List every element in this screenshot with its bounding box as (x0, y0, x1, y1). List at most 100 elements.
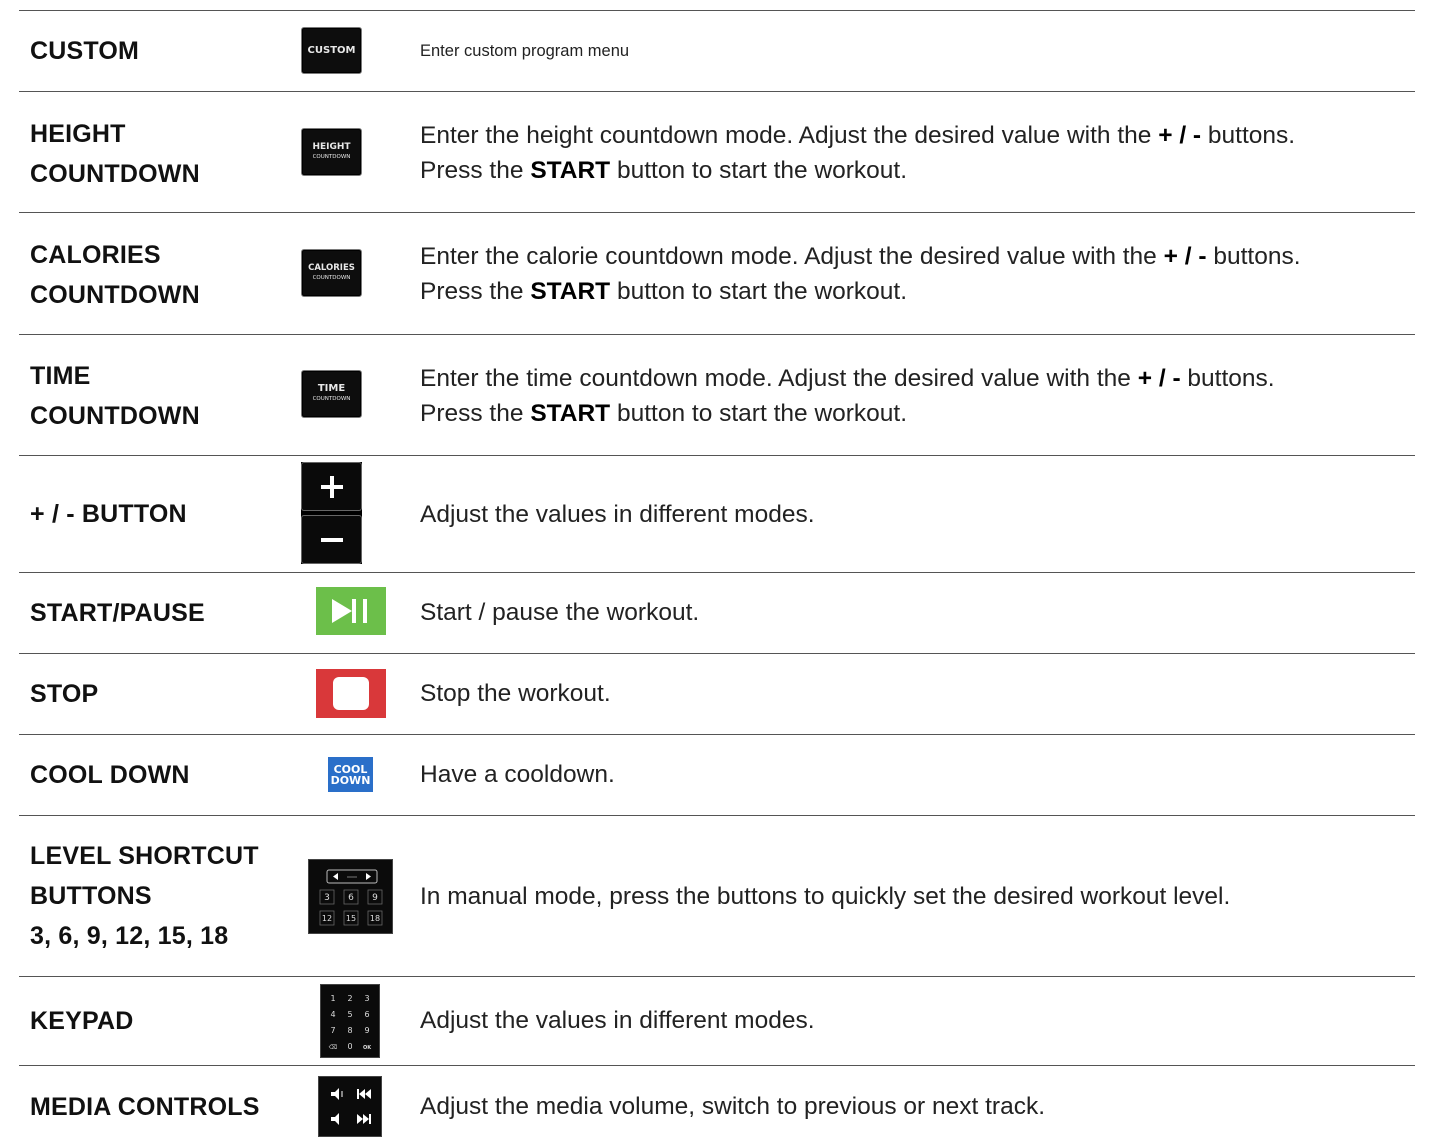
keypad-key: 1 (330, 994, 335, 1003)
icon-text: TIME (317, 383, 346, 394)
desc-bold: START (530, 400, 611, 427)
table-row-start-pause: START/PAUSE Start / pause the workout. (19, 573, 1415, 653)
keypad-key: 6 (364, 1010, 369, 1019)
desc-bold: + / - (1163, 243, 1207, 270)
keypad-key: 5 (347, 1010, 352, 1019)
shortcut-value: 12 (322, 914, 332, 923)
calories-countdown-button-icon: CALORIES COUNTDOWN (301, 249, 362, 297)
icon-text: COUNTDOWN (312, 396, 351, 402)
desc-text: Enter the calorie countdown mode. Adjust… (420, 243, 1164, 270)
label-line: MEDIA CONTROLS (30, 1093, 260, 1121)
level-shortcut-glyphs: 3 6 9 12 15 18 (319, 869, 383, 926)
desc-text: Stop the workout. (420, 680, 611, 707)
desc-text: button to start the workout. (610, 400, 908, 427)
icon-text: COOL (333, 762, 368, 776)
label-line: KEYPAD (30, 1007, 134, 1035)
table-row-calories-countdown: CALORIES COUNTDOWN CALORIES COUNTDOWN En… (19, 213, 1415, 334)
desc-text: Press the (420, 400, 531, 427)
icon-text: COUNTDOWN (312, 275, 351, 281)
shortcut-value: 6 (348, 893, 354, 903)
desc-text: buttons. (1201, 122, 1296, 149)
row-label: COOL DOWN (30, 755, 190, 795)
desc-text: button to start the workout. (610, 157, 908, 184)
media-controls-glyphs (331, 1088, 371, 1125)
cool-down-button-icon: COOL DOWN (328, 757, 373, 792)
custom-button-icon: CUSTOM (301, 27, 362, 74)
row-description: Have a cooldown. (420, 757, 615, 792)
shortcut-value: 9 (372, 893, 378, 903)
row-description: Enter the height countdown mode. Adjust … (420, 118, 1295, 188)
label-line: HEIGHT (30, 120, 126, 148)
shortcut-value: 18 (370, 914, 380, 923)
row-description: Adjust the media volume, switch to previ… (420, 1089, 1045, 1124)
desc-text: Press the (420, 278, 531, 305)
desc-bold: + / - (1158, 122, 1202, 149)
desc-text: Enter custom program menu (420, 42, 630, 60)
table-row-keypad: KEYPAD 1 2 3 4 5 6 7 8 9 ⌫ 0 OK Adjust t… (19, 977, 1415, 1065)
table-row-plus-minus: + / - BUTTON Adjust the values in differ… (19, 456, 1415, 572)
row-label: CUSTOM (30, 31, 139, 71)
row-description: Enter custom program menu (420, 34, 629, 69)
desc-text: Have a cooldown. (420, 761, 615, 788)
icon-text: HEIGHT (312, 142, 351, 152)
label-line: 3, 6, 9, 12, 15, 18 (30, 922, 229, 950)
desc-text: Enter the height countdown mode. Adjust … (420, 122, 1159, 149)
row-label: HEIGHT COUNTDOWN (30, 114, 200, 194)
row-label: START/PAUSE (30, 593, 205, 633)
row-label: LEVEL SHORTCUT BUTTONS 3, 6, 9, 12, 15, … (30, 836, 259, 956)
shortcut-value: 3 (324, 893, 330, 903)
desc-text: Adjust the media volume, switch to previ… (420, 1093, 1046, 1120)
icon-text: DOWN (330, 773, 371, 787)
keypad-key: 4 (330, 1010, 335, 1019)
keypad-glyphs: 1 2 3 4 5 6 7 8 9 ⌫ 0 OK (328, 994, 372, 1051)
desc-bold: START (530, 157, 611, 184)
label-line: COUNTDOWN (30, 402, 200, 430)
keypad-key: OK (363, 1045, 372, 1051)
icon-text: COUNTDOWN (312, 154, 351, 160)
keypad-key: 7 (330, 1026, 335, 1035)
row-description: Enter the time countdown mode. Adjust th… (420, 361, 1275, 431)
desc-text: Start / pause the workout. (420, 599, 700, 626)
play-pause-icon (316, 587, 386, 635)
row-label: STOP (30, 674, 98, 714)
keypad-key: 9 (364, 1026, 369, 1035)
table-row-custom: CUSTOM CUSTOM Enter custom program menu (19, 11, 1415, 91)
desc-text: In manual mode, press the buttons to qui… (420, 883, 1231, 910)
table-row-time-countdown: TIME COUNTDOWN TIME COUNTDOWN Enter the … (19, 335, 1415, 455)
stop-glyph (333, 677, 369, 710)
play-pause-glyph (332, 599, 367, 623)
table-row-height-countdown: HEIGHT COUNTDOWN HEIGHT COUNTDOWN Enter … (19, 92, 1415, 212)
next-track-icon (357, 1114, 371, 1124)
stop-icon (316, 669, 386, 718)
row-label: + / - BUTTON (30, 494, 187, 534)
keypad-icon: 1 2 3 4 5 6 7 8 9 ⌫ 0 OK (320, 984, 380, 1058)
label-line: LEVEL SHORTCUT (30, 842, 259, 870)
volume-up-icon (331, 1088, 343, 1100)
row-description: Stop the workout. (420, 676, 611, 711)
keypad-key: 2 (347, 994, 352, 1003)
shortcut-value: 15 (346, 914, 356, 923)
volume-down-icon (331, 1113, 339, 1125)
desc-text: button to start the workout. (610, 278, 908, 305)
label-line: CUSTOM (30, 37, 140, 65)
desc-bold: + / - (1137, 365, 1181, 392)
icon-text: CALORIES (308, 263, 355, 273)
row-label: CALORIES COUNTDOWN (30, 235, 200, 315)
media-controls-icon (318, 1076, 382, 1137)
plus-icon (301, 462, 362, 511)
desc-text: buttons. (1180, 365, 1275, 392)
row-label: TIME COUNTDOWN (30, 356, 200, 436)
row-label: MEDIA CONTROLS (30, 1087, 260, 1127)
label-line: START/PAUSE (30, 599, 205, 627)
desc-text: Press the (420, 157, 531, 184)
desc-text: Adjust the values in different modes. (420, 1007, 815, 1034)
level-shortcut-panel-icon: 3 6 9 12 15 18 (308, 859, 393, 934)
row-label: KEYPAD (30, 1001, 134, 1041)
keypad-key: 0 (347, 1042, 352, 1051)
row-description: Start / pause the workout. (420, 595, 699, 630)
previous-track-icon (357, 1089, 371, 1099)
time-countdown-button-icon: TIME COUNTDOWN (301, 370, 362, 418)
desc-text: Adjust the values in different modes. (420, 501, 815, 528)
row-description: Adjust the values in different modes. (420, 1003, 815, 1038)
table-row-stop: STOP Stop the workout. (19, 654, 1415, 734)
